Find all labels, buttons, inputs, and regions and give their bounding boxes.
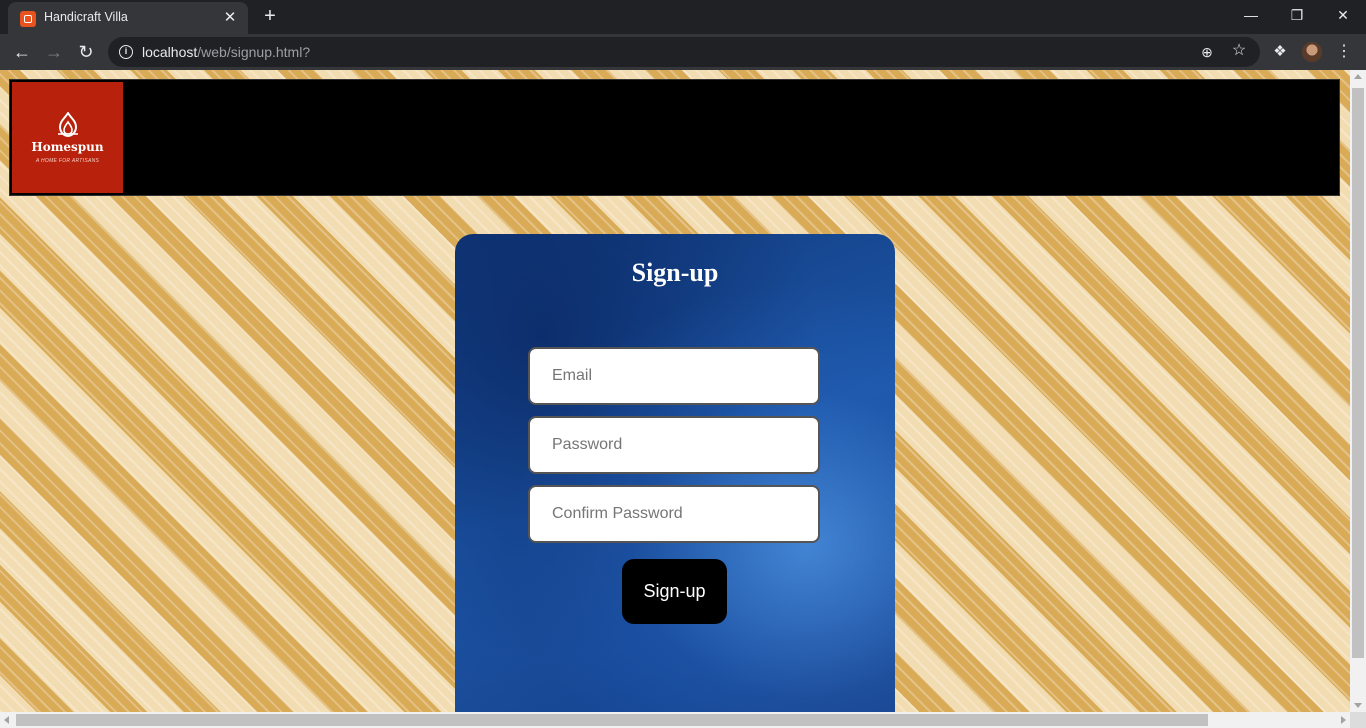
- logo-tagline: A HOME FOR ARTISANS: [35, 158, 100, 164]
- window-close-icon[interactable]: ✕: [1320, 0, 1366, 30]
- url-path: /web/signup.html?: [197, 44, 311, 60]
- xampp-icon: [20, 11, 36, 27]
- email-field[interactable]: [528, 347, 820, 405]
- star-icon[interactable]: ☆: [1230, 42, 1248, 60]
- horizontal-scroll-thumb[interactable]: [16, 714, 1208, 726]
- url-host: localhost: [142, 44, 198, 60]
- zoom-icon[interactable]: ⊕: [1198, 43, 1216, 61]
- site-header: Homespun A HOME FOR ARTISANS: [9, 79, 1340, 196]
- reload-icon[interactable]: ↻: [72, 38, 100, 66]
- tab-strip: Handicraft Villa ✕ + — ❐ ✕: [0, 0, 1366, 34]
- scroll-down-icon[interactable]: [1354, 703, 1362, 708]
- scroll-right-icon[interactable]: [1341, 716, 1346, 724]
- scroll-left-icon[interactable]: [4, 716, 9, 724]
- page-viewport: Homespun A HOME FOR ARTISANS Sign-up Sig…: [0, 70, 1350, 712]
- address-bar[interactable]: i localhost/web/signup.html? ⊕ ☆: [108, 37, 1260, 67]
- signup-title: Sign-up: [631, 258, 719, 287]
- confirm-password-field[interactable]: [528, 485, 820, 543]
- scroll-corner: [1350, 712, 1366, 728]
- signup-button[interactable]: Sign-up: [622, 559, 727, 624]
- url-text[interactable]: localhost/web/signup.html?: [142, 44, 310, 60]
- homespun-logo[interactable]: Homespun A HOME FOR ARTISANS: [12, 82, 123, 193]
- info-icon[interactable]: i: [119, 45, 133, 59]
- vertical-scroll-thumb[interactable]: [1352, 88, 1364, 658]
- tab-title: Handicraft Villa: [44, 10, 128, 24]
- password-field[interactable]: [528, 416, 820, 474]
- new-tab-button[interactable]: +: [258, 4, 282, 28]
- avatar[interactable]: [1302, 42, 1322, 62]
- puzzle-icon[interactable]: ❖: [1270, 42, 1290, 62]
- arrow-right-icon[interactable]: →: [40, 38, 68, 66]
- arrow-left-icon[interactable]: ←: [8, 38, 36, 66]
- flame-logo-icon: [58, 112, 78, 138]
- logo-name: Homespun: [31, 140, 104, 154]
- vertical-scrollbar[interactable]: [1350, 70, 1366, 712]
- kebab-menu-icon[interactable]: ⋮: [1334, 42, 1354, 62]
- horizontal-scrollbar[interactable]: [0, 712, 1350, 728]
- browser-tab[interactable]: Handicraft Villa ✕: [8, 2, 248, 34]
- minimize-icon[interactable]: —: [1228, 0, 1274, 30]
- restore-icon[interactable]: ❐: [1274, 0, 1320, 30]
- scroll-up-icon[interactable]: [1354, 74, 1362, 79]
- signup-card: Sign-up Sign-up: [455, 234, 895, 712]
- browser-toolbar: ← → ↻ i localhost/web/signup.html? ⊕ ☆ ❖…: [0, 34, 1366, 70]
- close-tab-icon[interactable]: ✕: [220, 8, 240, 28]
